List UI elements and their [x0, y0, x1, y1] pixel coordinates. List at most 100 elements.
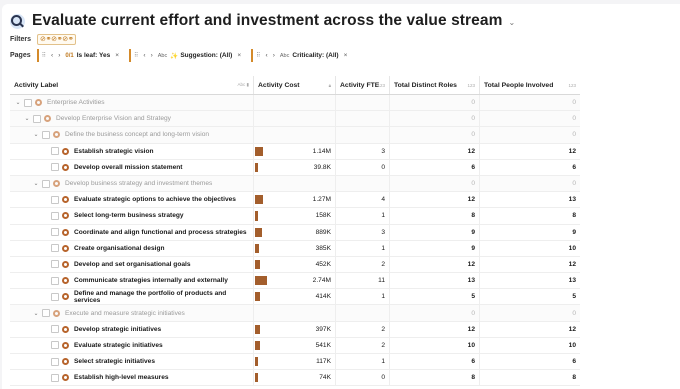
chevron-down-icon[interactable]: ⌄: [23, 115, 31, 122]
distinct-roles-value: 12: [390, 143, 480, 159]
close-icon[interactable]: ×: [344, 52, 348, 59]
close-icon[interactable]: ×: [115, 52, 119, 59]
column-header-activity-fte[interactable]: Activity FTE 123: [336, 76, 390, 94]
activity-table: Activity Label Abc ▮ Activity Cost 🔒︎ Ac…: [10, 76, 580, 387]
activity-cost-value: 1.27M: [312, 196, 331, 204]
row-checkbox[interactable]: [42, 309, 50, 318]
activity-fte-value: 11: [336, 273, 390, 289]
activity-icon: [62, 212, 69, 220]
row-checkbox[interactable]: [33, 114, 41, 123]
row-checkbox[interactable]: [24, 98, 32, 107]
activity-cost-cell: [254, 175, 336, 192]
row-checkbox[interactable]: [51, 260, 59, 269]
group-row[interactable]: ⌄ Define the business concept and long-te…: [10, 127, 580, 144]
people-involved-value: 0: [480, 305, 580, 321]
column-header-text: Activity FTE: [340, 81, 380, 89]
filter-chip[interactable]: ⊘⚭⊘⚭⊘⚭: [37, 33, 77, 45]
group-row[interactable]: ⌄ Develop business strategy and investmen…: [10, 175, 580, 193]
row-checkbox[interactable]: [51, 373, 59, 382]
column-header-people-involved[interactable]: Total People Involved 123: [480, 76, 580, 94]
group-row[interactable]: ⌄ Enterprise Activities 0 0: [10, 95, 580, 112]
drag-handle-icon[interactable]: ⠿: [256, 52, 260, 59]
cost-bar: [255, 259, 260, 270]
activity-fte-value: [336, 127, 390, 143]
table-row[interactable]: Define and manage the portfolio of produ…: [10, 289, 580, 306]
table-row[interactable]: Communicate strategies internally and ex…: [10, 273, 580, 290]
close-icon[interactable]: ×: [237, 52, 241, 59]
row-checkbox[interactable]: [51, 211, 59, 220]
activity-cost-cell: 117K: [254, 354, 336, 370]
row-checkbox[interactable]: [50, 292, 59, 301]
row-checkbox[interactable]: [42, 130, 50, 139]
table-row[interactable]: Develop strategic initiatives 397K 2 12 12: [10, 321, 580, 338]
activity-cost-cell: [254, 111, 336, 127]
page-filter-label: Suggestion: (All): [180, 52, 233, 59]
chevron-down-icon[interactable]: ⌄: [32, 180, 40, 187]
prev-arrow-icon[interactable]: ‹: [51, 52, 53, 59]
prev-arrow-icon[interactable]: ‹: [143, 52, 145, 59]
next-arrow-icon[interactable]: ›: [273, 52, 275, 59]
title-row: Evaluate current effort and investment a…: [10, 10, 515, 32]
row-checkbox[interactable]: [51, 357, 59, 366]
table-row[interactable]: Evaluate strategic initiatives 541K 2 10 10: [10, 337, 580, 354]
row-checkbox[interactable]: [51, 163, 59, 172]
row-checkbox[interactable]: [51, 147, 59, 156]
people-involved-value: 9: [572, 228, 576, 236]
sort-icon[interactable]: Abc ▮: [238, 82, 249, 88]
activity-label-cell: ⌄ Develop Enterprise Vision and Strategy: [10, 111, 254, 127]
activity-icon: [44, 115, 51, 123]
activity-cost-cell: 39.8K: [254, 159, 336, 175]
distinct-roles-value: 8: [390, 208, 480, 224]
activity-fte-value: 1: [336, 354, 390, 370]
chevron-down-icon[interactable]: ⌄: [14, 99, 22, 106]
filters-row: Filters ⊘⚭⊘⚭⊘⚭: [10, 33, 77, 45]
row-checkbox[interactable]: [51, 195, 59, 204]
chevron-down-icon[interactable]: ⌄: [509, 18, 516, 27]
page-filter-criticality[interactable]: ⠿ ‹ › Abc Criticality: (All) ×: [251, 49, 352, 62]
activity-fte-value: [336, 175, 390, 192]
row-checkbox[interactable]: [51, 341, 59, 350]
page-filter-suggestion[interactable]: ⠿ ‹ › Abc ✨ Suggestion: (All) ×: [129, 49, 246, 62]
distinct-roles-value: 10: [390, 337, 480, 353]
next-arrow-icon[interactable]: ›: [58, 52, 60, 59]
column-header-activity-cost[interactable]: Activity Cost 🔒︎: [254, 76, 336, 94]
activity-label: Enterprise Activities: [47, 99, 105, 107]
people-involved-value: 12: [568, 325, 576, 333]
next-arrow-icon[interactable]: ›: [151, 52, 153, 59]
table-row[interactable]: Create organisational design 385K 1 9 10: [10, 240, 580, 257]
activity-cost-cell: 1.27M: [254, 192, 336, 208]
row-checkbox[interactable]: [51, 228, 59, 237]
activity-cost-cell: 452K: [254, 256, 336, 273]
activity-label: Select long-term business strategy: [74, 212, 184, 220]
drag-handle-icon[interactable]: ⠿: [134, 52, 138, 59]
row-checkbox[interactable]: [42, 179, 50, 188]
table-row[interactable]: Select long-term business strategy 158K 1 8…: [10, 208, 580, 225]
column-header-distinct-roles[interactable]: Total Distinct Roles 123: [390, 76, 480, 94]
table-row[interactable]: Develop overall mission statement 39.8K 0 6…: [10, 159, 580, 176]
activity-label: Coordinate and align functional and proc…: [74, 228, 247, 236]
activity-cost-cell: 397K: [254, 321, 336, 337]
column-header-activity-label[interactable]: Activity Label Abc ▮: [10, 76, 254, 94]
people-involved-value: 0: [480, 95, 580, 111]
table-row[interactable]: Select strategic initiatives 117K 1 6 6: [10, 354, 580, 371]
people-involved-value: 10: [568, 244, 576, 252]
activity-cost-value: 158K: [315, 212, 331, 220]
chevron-down-icon[interactable]: ⌄: [32, 310, 40, 317]
page-filter-is-leaf[interactable]: ⠿ ‹ › 0/1 Is leaf: Yes ×: [36, 49, 124, 62]
row-checkbox[interactable]: [51, 325, 59, 334]
table-row[interactable]: Establish high-level measures 74K 0 8 8: [10, 370, 580, 387]
sparkle-icon: ✨: [170, 52, 179, 60]
group-row[interactable]: ⌄ Develop Enterprise Vision and Strategy 0…: [10, 111, 580, 128]
chevron-down-icon[interactable]: ⌄: [32, 131, 40, 138]
row-checkbox[interactable]: [51, 276, 59, 285]
prev-arrow-icon[interactable]: ‹: [266, 52, 268, 59]
drag-handle-icon[interactable]: ⠿: [42, 52, 46, 59]
table-row[interactable]: Establish strategic vision 1.14M 3 12 12: [10, 143, 580, 160]
table-row[interactable]: Coordinate and align functional and proc…: [10, 224, 580, 241]
group-row[interactable]: ⌄ Execute and measure strategic initiativ…: [10, 305, 580, 322]
row-checkbox[interactable]: [51, 244, 59, 253]
people-involved-value: 6: [572, 163, 576, 171]
activity-cost-cell: 414K: [254, 289, 336, 305]
table-row[interactable]: Evaluate strategic options to achieve th…: [10, 192, 580, 209]
table-row[interactable]: Develop and set organisational goals 452K…: [10, 256, 580, 274]
